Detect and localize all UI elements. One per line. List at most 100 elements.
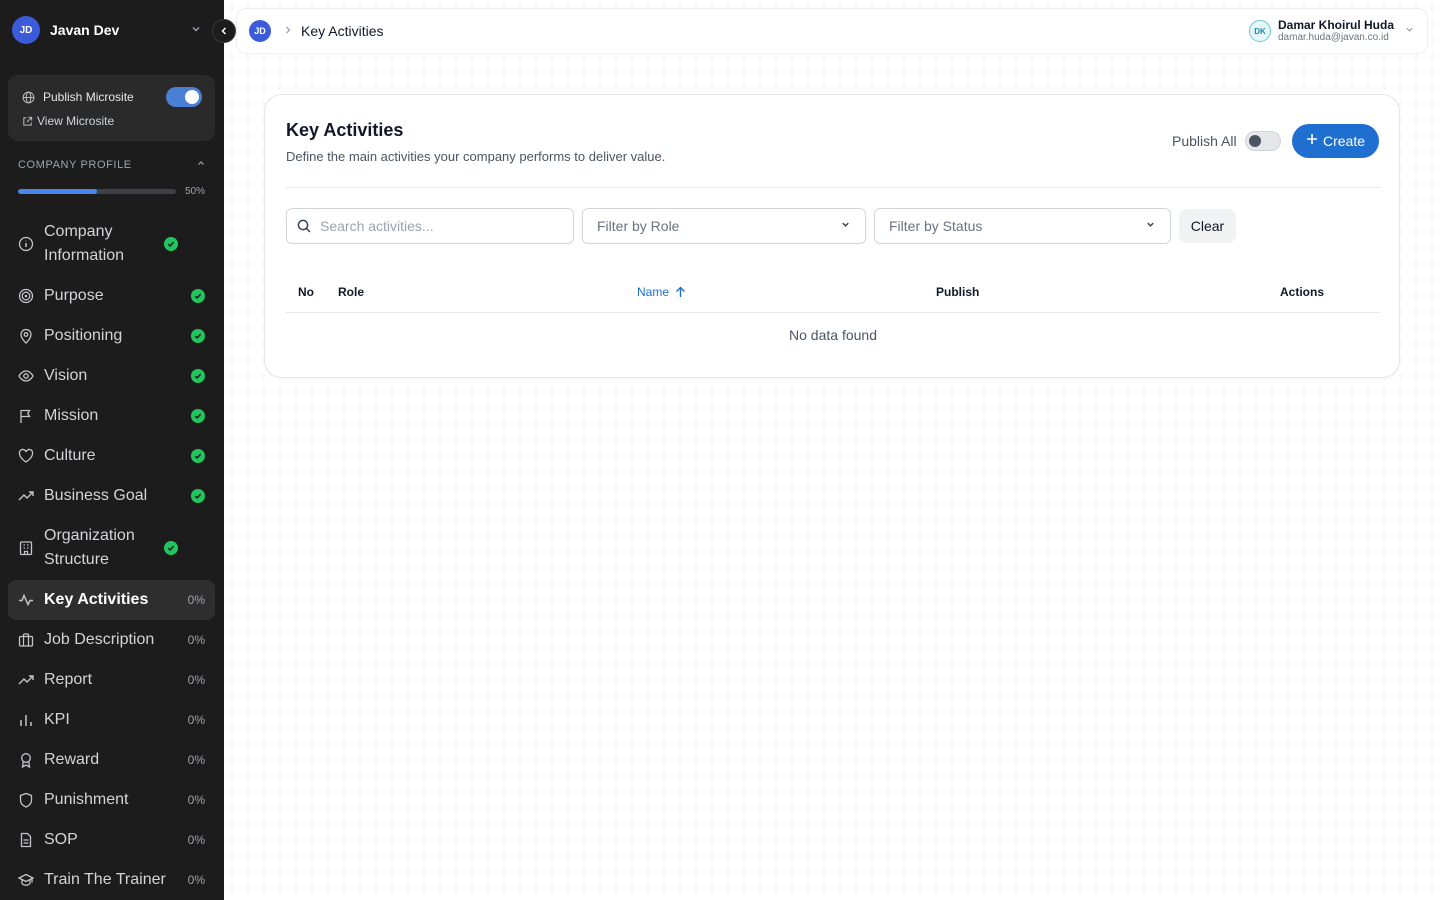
- publish-microsite-toggle[interactable]: [166, 87, 202, 107]
- column-role[interactable]: Role: [338, 285, 364, 299]
- sidebar-item-progress: 0%: [187, 873, 205, 887]
- user-menu[interactable]: DK Damar Khoirul Huda damar.huda@javan.c…: [1248, 18, 1415, 44]
- plus-icon: [1306, 133, 1318, 149]
- sidebar-item-label: Company Information: [44, 223, 125, 264]
- sidebar-item-label: Reward: [44, 751, 100, 768]
- sidebar-item-label: SOP: [44, 831, 78, 848]
- sidebar-item-progress: 0%: [187, 833, 205, 847]
- trending-up-icon: [18, 672, 34, 688]
- publish-microsite-row: Publish Microsite: [22, 87, 202, 107]
- sidebar-item-organization-structure[interactable]: Organization Structure: [8, 516, 215, 580]
- sidebar-item-progress: 0%: [187, 793, 205, 807]
- create-button[interactable]: Create: [1292, 124, 1379, 158]
- globe-icon: [22, 91, 35, 104]
- chevron-right-icon: [283, 24, 293, 38]
- sidebar-item-label: Report: [44, 671, 93, 688]
- target-icon: [18, 288, 34, 304]
- sidebar-item-job-description[interactable]: Job Description 0%: [8, 620, 215, 660]
- building-icon: [18, 540, 34, 556]
- sidebar-item-train-the-trainer[interactable]: Train The Trainer 0%: [8, 860, 215, 900]
- sidebar-item-reward[interactable]: Reward 0%: [8, 740, 215, 780]
- sidebar-item-label: Business Goal: [44, 487, 148, 504]
- sidebar-item-kpi[interactable]: KPI 0%: [8, 700, 215, 740]
- external-link-icon: [22, 116, 33, 127]
- progress-fill: [18, 188, 97, 194]
- main-content: JD Key Activities DK Damar Khoirul Huda …: [224, 0, 1440, 900]
- heart-icon: [18, 448, 34, 464]
- sidebar-item-sop[interactable]: SOP 0%: [8, 820, 215, 860]
- eye-icon: [18, 368, 34, 384]
- sidebar-item-label: Vision: [44, 367, 88, 384]
- breadcrumb-current: Key Activities: [301, 23, 384, 39]
- sidebar-item-purpose[interactable]: Purpose: [8, 276, 215, 316]
- sidebar-item-label: Job Description: [44, 631, 155, 648]
- table-header: No Role Name Publish Actions: [286, 271, 1380, 313]
- chevron-left-icon: [221, 27, 227, 35]
- check-circle-icon: [191, 409, 205, 423]
- workspace-name: Javan Dev: [50, 22, 120, 38]
- sidebar-item-label: Key Activities: [44, 591, 149, 608]
- shield-icon: [18, 792, 34, 808]
- publish-all-label: Publish All: [1172, 133, 1237, 149]
- chevron-down-icon: [1404, 24, 1415, 38]
- filter-status-select[interactable]: Filter by Status: [874, 208, 1171, 244]
- sidebar-item-label: Positioning: [44, 327, 123, 344]
- column-name: Name: [637, 285, 670, 299]
- sidebar-item-key-activities[interactable]: Key Activities 0%: [8, 580, 215, 620]
- graduation-cap-icon: [18, 872, 34, 888]
- check-circle-icon: [191, 449, 205, 463]
- search-box[interactable]: [286, 208, 574, 244]
- sidebar-item-mission[interactable]: Mission: [8, 396, 215, 436]
- activity-icon: [18, 592, 34, 608]
- column-publish[interactable]: Publish: [936, 285, 979, 299]
- sidebar-item-vision[interactable]: Vision: [8, 356, 215, 396]
- column-name-sort[interactable]: Name: [637, 285, 686, 299]
- workspace-switcher[interactable]: JD Javan Dev: [0, 0, 224, 60]
- sidebar-item-culture[interactable]: Culture: [8, 436, 215, 476]
- check-circle-icon: [164, 541, 178, 555]
- create-label: Create: [1322, 133, 1366, 149]
- sidebar-item-business-goal[interactable]: Business Goal: [8, 476, 215, 516]
- trending-up-icon: [18, 488, 34, 504]
- key-activities-card: Key Activities Define the main activitie…: [264, 94, 1400, 378]
- briefcase-icon: [18, 632, 34, 648]
- collapse-sidebar-button[interactable]: [212, 19, 236, 43]
- publish-all-toggle[interactable]: [1244, 131, 1281, 151]
- check-circle-icon: [191, 289, 205, 303]
- check-circle-icon: [191, 489, 205, 503]
- progress-percent: 50%: [185, 185, 206, 197]
- column-actions: Actions: [1280, 285, 1325, 299]
- sidebar-nav: Company Information Purpose Positioning Vis…: [8, 212, 215, 900]
- filter-role-label: Filter by Role: [597, 218, 680, 234]
- progress-track: [18, 188, 176, 194]
- document-icon: [18, 832, 34, 848]
- publish-all-control: Publish All: [1172, 131, 1281, 151]
- company-profile-progress: 50%: [18, 185, 206, 197]
- sidebar-item-progress: 0%: [187, 593, 205, 607]
- user-avatar: DK: [1248, 20, 1271, 42]
- sidebar-item-company-information[interactable]: Company Information: [8, 212, 215, 276]
- workspace-avatar-small[interactable]: JD: [249, 20, 271, 42]
- chevron-down-icon: [840, 219, 851, 233]
- sidebar-item-progress: 0%: [187, 633, 205, 647]
- search-input[interactable]: [320, 218, 560, 234]
- map-pin-icon: [18, 328, 34, 344]
- chevron-down-icon: [1145, 219, 1156, 233]
- filter-role-select[interactable]: Filter by Role: [582, 208, 866, 244]
- sidebar-item-report[interactable]: Report 0%: [8, 660, 215, 700]
- info-icon: [18, 236, 34, 252]
- clear-button[interactable]: Clear: [1179, 209, 1236, 243]
- sidebar-item-label: KPI: [44, 711, 70, 728]
- sidebar-item-punishment[interactable]: Punishment 0%: [8, 780, 215, 820]
- sidebar-item-label: Purpose: [44, 287, 104, 304]
- flag-icon: [18, 408, 34, 424]
- sidebar-item-progress: 0%: [187, 713, 205, 727]
- sidebar-item-positioning[interactable]: Positioning: [8, 316, 215, 356]
- sidebar-item-progress: 0%: [187, 753, 205, 767]
- view-microsite-link[interactable]: View Microsite: [22, 114, 114, 128]
- filter-status-label: Filter by Status: [889, 218, 983, 234]
- company-profile-header[interactable]: COMPANY PROFILE: [18, 158, 206, 171]
- chevron-down-icon: [190, 23, 202, 38]
- sidebar-item-label: Mission: [44, 407, 99, 424]
- search-icon: [297, 219, 311, 233]
